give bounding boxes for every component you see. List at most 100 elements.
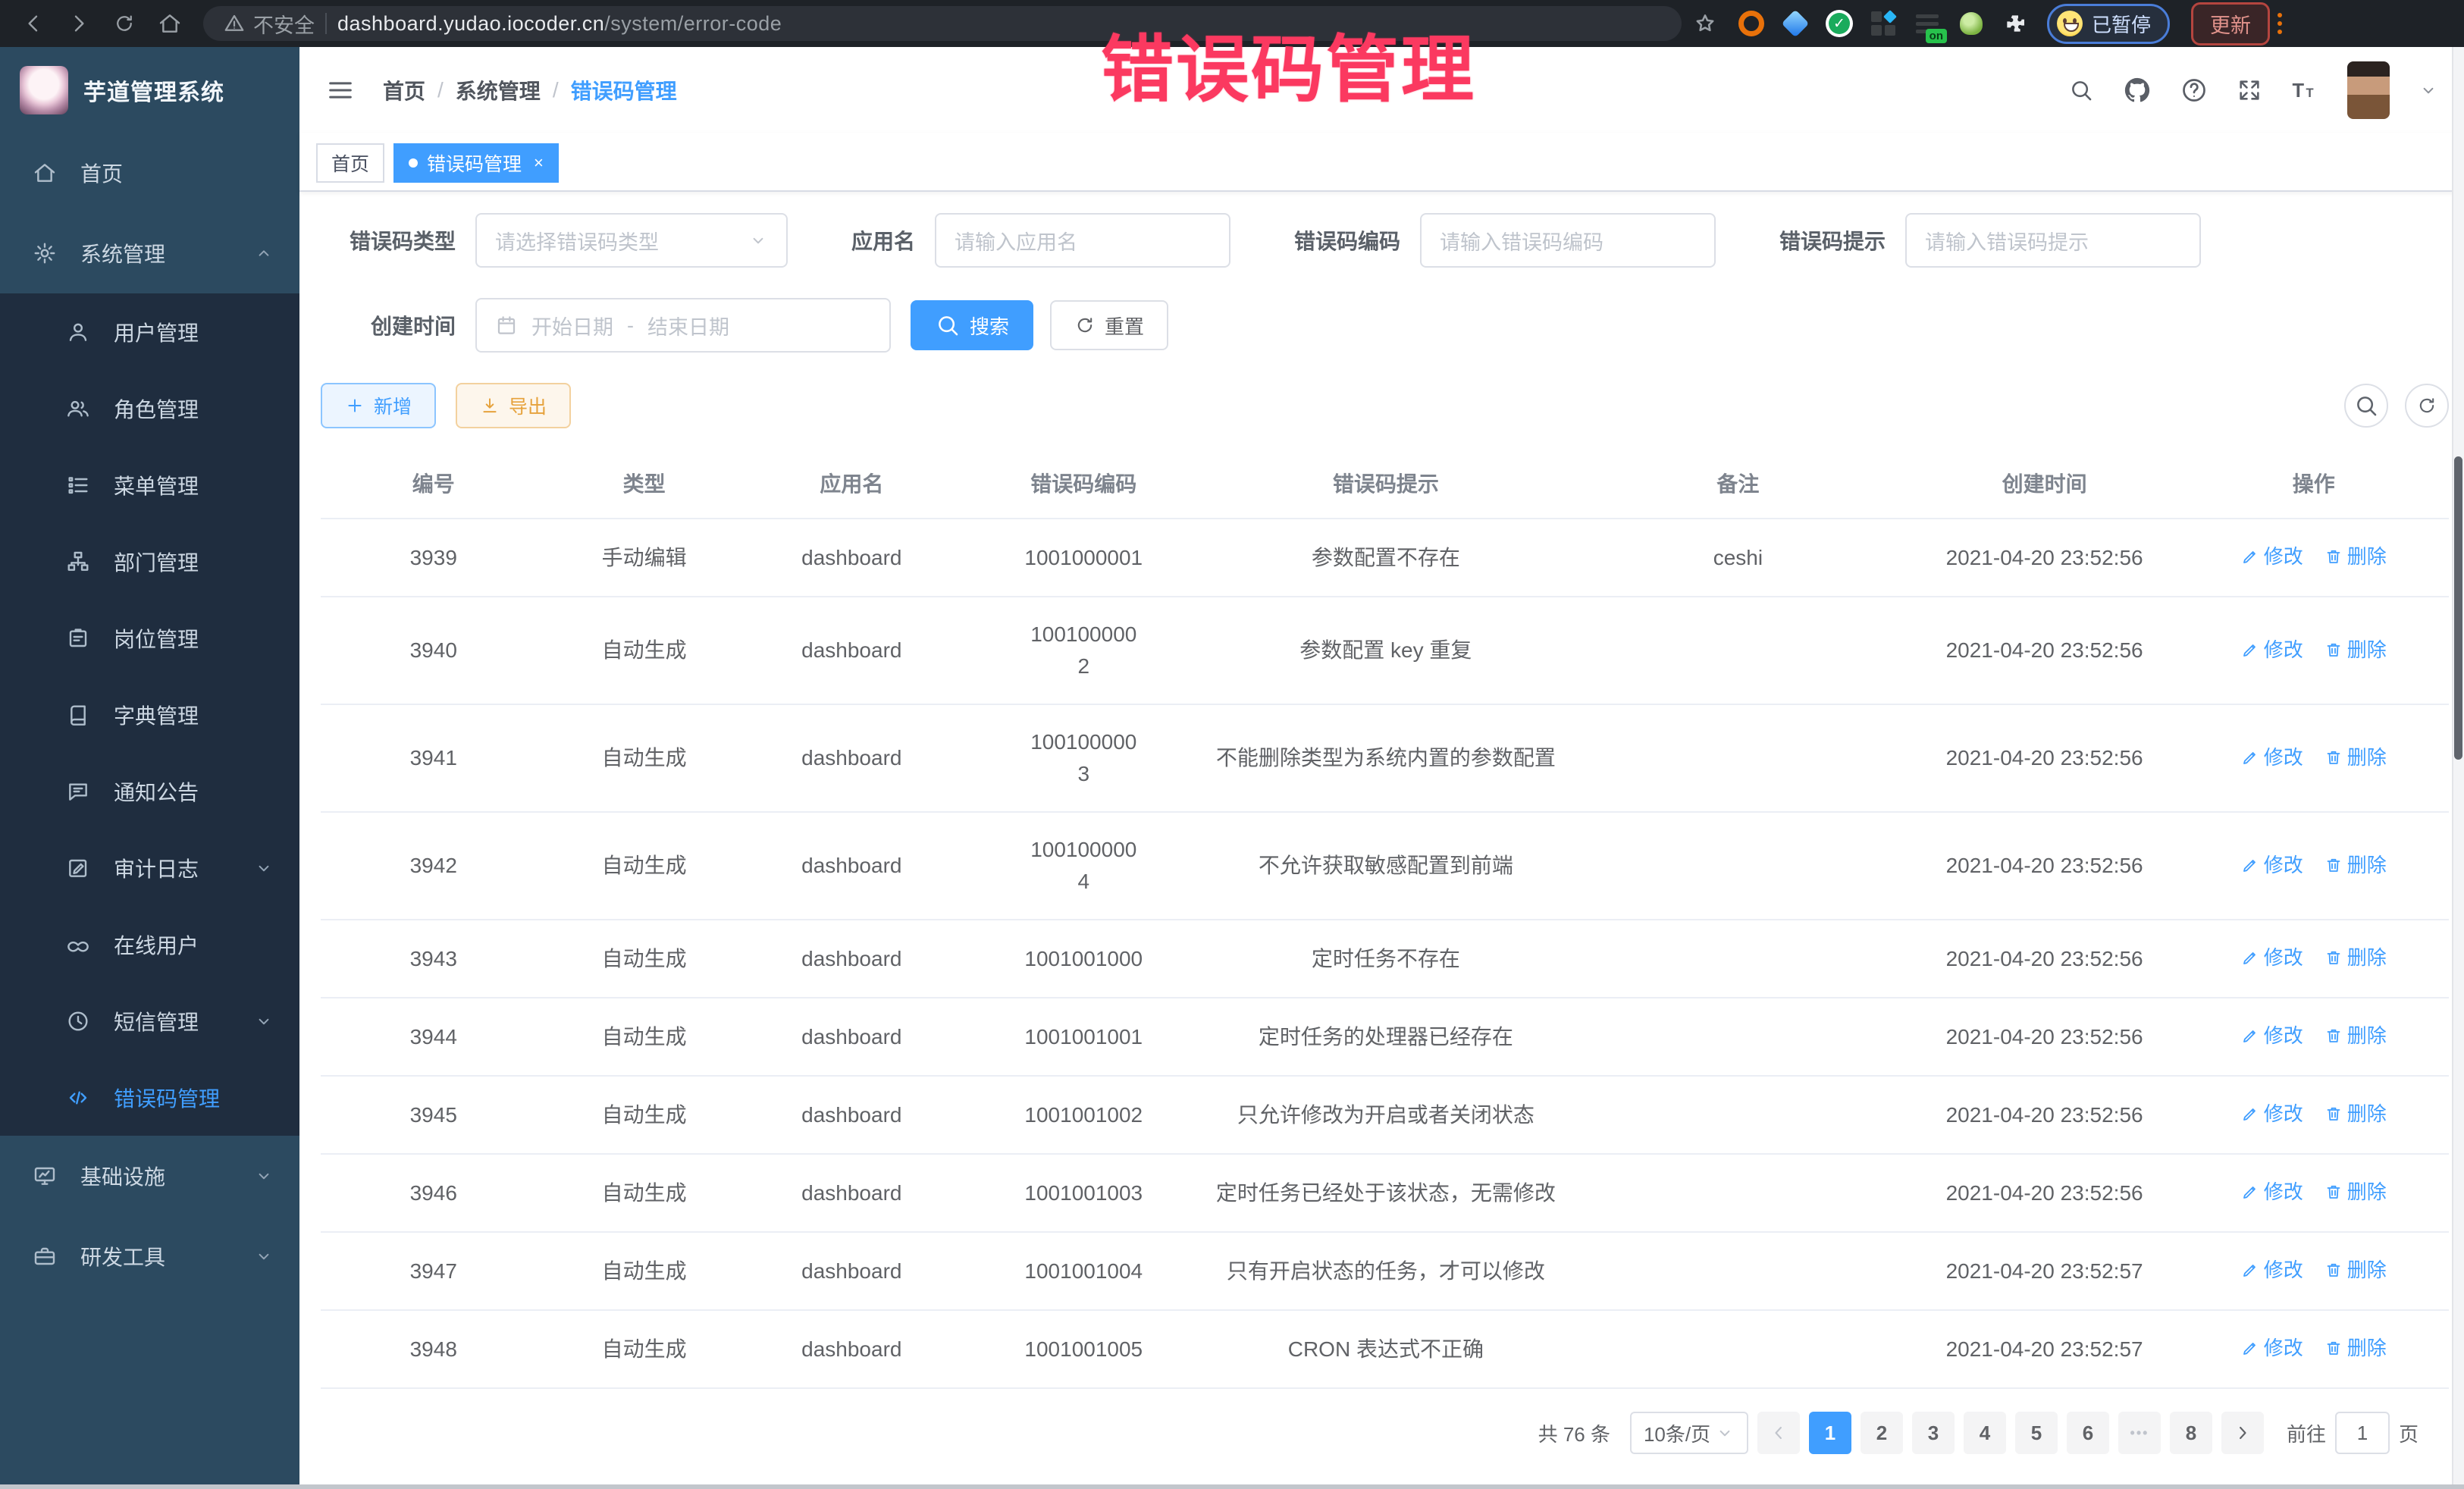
sidebar-item-审计日志[interactable]: 审计日志 — [0, 829, 299, 906]
delete-link[interactable]: 删除 — [2324, 541, 2387, 572]
profile-paused-badge[interactable]: 已暂停 — [2047, 4, 2170, 44]
reset-button[interactable]: 重置 — [1050, 300, 1168, 350]
browser-forward-icon[interactable] — [59, 5, 99, 42]
delete-link[interactable]: 删除 — [2324, 1254, 2387, 1286]
sidebar-item-岗位管理[interactable]: 岗位管理 — [0, 600, 299, 676]
error-code-input[interactable]: 请输入错误码编码 — [1420, 213, 1716, 268]
edit-link[interactable]: 修改 — [2241, 1098, 2303, 1130]
browser-back-icon[interactable] — [14, 5, 53, 42]
breadcrumb-current[interactable]: 错误码管理 — [571, 75, 677, 105]
browser-home-icon[interactable] — [150, 5, 190, 42]
sidebar-item-字典管理[interactable]: 字典管理 — [0, 676, 299, 753]
edit-link[interactable]: 修改 — [2241, 849, 2303, 881]
github-icon[interactable] — [2123, 76, 2152, 105]
more-pages-button[interactable]: ••• — [2118, 1412, 2161, 1454]
chevron-down-icon[interactable] — [2419, 80, 2438, 100]
sidebar-item-在线用户[interactable]: 在线用户 — [0, 906, 299, 983]
sidebar-item-基础设施[interactable]: 基础设施 — [0, 1136, 299, 1216]
blue-grid-extension-icon[interactable] — [1870, 10, 1897, 37]
font-size-icon[interactable]: TT — [2291, 77, 2318, 104]
edit-link[interactable]: 修改 — [2241, 1176, 2303, 1208]
delete-link[interactable]: 删除 — [2324, 942, 2387, 973]
sidebar-item-首页[interactable]: 首页 — [0, 133, 299, 213]
app-name-input[interactable]: 请输入应用名 — [935, 213, 1230, 268]
edit-link[interactable]: 修改 — [2241, 1020, 2303, 1052]
delete-link[interactable]: 删除 — [2324, 1020, 2387, 1052]
add-button[interactable]: 新增 — [321, 383, 436, 428]
toggle-search-button[interactable] — [2344, 384, 2388, 428]
sidebar-item-错误码管理[interactable]: 错误码管理 — [0, 1059, 299, 1136]
sidebar-item-通知公告[interactable]: 通知公告 — [0, 753, 299, 829]
goto-page-input[interactable]: 1 — [2335, 1412, 2390, 1454]
scrollbar-thumb[interactable] — [2454, 456, 2462, 760]
next-page-button[interactable] — [2221, 1412, 2264, 1454]
breadcrumb-home[interactable]: 首页 — [383, 75, 425, 105]
page-button-4[interactable]: 4 — [1964, 1412, 2006, 1454]
page-button-8[interactable]: 8 — [2170, 1412, 2212, 1454]
delete-link[interactable]: 删除 — [2324, 741, 2387, 773]
edit-link[interactable]: 修改 — [2241, 741, 2303, 773]
close-icon[interactable]: × — [534, 153, 544, 173]
edit-link-label: 修改 — [2264, 849, 2303, 881]
sidebar-item-研发工具[interactable]: 研发工具 — [0, 1216, 299, 1296]
app-logo-row[interactable]: 芋道管理系统 — [0, 47, 299, 133]
page-scrollbar[interactable] — [2452, 47, 2464, 1484]
orange-ring-extension-icon[interactable] — [1738, 10, 1765, 37]
prev-page-button[interactable] — [1757, 1412, 1800, 1454]
sidebar-item-label: 菜单管理 — [114, 470, 277, 500]
breadcrumb-system[interactable]: 系统管理 — [456, 75, 541, 105]
page-button-6[interactable]: 6 — [2067, 1412, 2109, 1454]
tab-error-code[interactable]: 错误码管理 × — [393, 143, 559, 183]
browser-update-button[interactable]: 更新 — [2191, 2, 2282, 45]
green-check-extension-icon[interactable]: ✓ — [1826, 10, 1853, 37]
delete-link[interactable]: 删除 — [2324, 1332, 2387, 1364]
date-range-picker[interactable]: 开始日期 - 结束日期 — [475, 298, 891, 353]
edit-link[interactable]: 修改 — [2241, 541, 2303, 572]
sidebar-item-菜单管理[interactable]: 菜单管理 — [0, 447, 299, 523]
edit-link-label: 修改 — [2264, 942, 2303, 973]
delete-link[interactable]: 删除 — [2324, 634, 2387, 666]
export-button[interactable]: 导出 — [456, 383, 571, 428]
green-spy-extension-icon[interactable] — [1958, 10, 1985, 37]
sidebar-item-用户管理[interactable]: 用户管理 — [0, 293, 299, 370]
error-type-select[interactable]: 请选择错误码类型 — [475, 213, 788, 268]
edit-link[interactable]: 修改 — [2241, 1332, 2303, 1364]
delete-link[interactable]: 删除 — [2324, 849, 2387, 881]
bookmark-star-icon[interactable] — [1692, 11, 1718, 36]
search-button[interactable]: 搜索 — [911, 300, 1033, 350]
search-icon[interactable] — [2068, 77, 2094, 103]
page-button-2[interactable]: 2 — [1861, 1412, 1903, 1454]
sidebar-item-部门管理[interactable]: 部门管理 — [0, 523, 299, 600]
cell-time: 2021-04-20 23:52:56 — [1911, 812, 2179, 920]
page-button-5[interactable]: 5 — [2015, 1412, 2058, 1454]
hamburger-icon[interactable] — [325, 75, 356, 105]
delete-icon — [2324, 948, 2343, 967]
list-on-extension-icon[interactable]: on — [1914, 10, 1941, 37]
delete-icon — [2324, 1339, 2343, 1357]
edit-link[interactable]: 修改 — [2241, 1254, 2303, 1286]
edit-link[interactable]: 修改 — [2241, 634, 2303, 666]
tab-home[interactable]: 首页 — [316, 143, 384, 183]
cell-remark — [1566, 1154, 1911, 1232]
puzzle-extension-icon[interactable] — [2002, 10, 2029, 37]
delete-link[interactable]: 删除 — [2324, 1176, 2387, 1208]
page-size-select[interactable]: 10条/页 — [1630, 1412, 1748, 1454]
delete-link-label: 删除 — [2347, 942, 2387, 973]
sidebar-item-系统管理[interactable]: 系统管理 — [0, 213, 299, 293]
sidebar-item-短信管理[interactable]: 短信管理 — [0, 983, 299, 1059]
help-icon[interactable] — [2180, 77, 2208, 104]
cell-code: 1001001001 — [961, 998, 1206, 1076]
delete-link[interactable]: 删除 — [2324, 1098, 2387, 1130]
avatar[interactable] — [2347, 61, 2390, 119]
edit-link[interactable]: 修改 — [2241, 942, 2303, 973]
refresh-table-button[interactable] — [2405, 384, 2449, 428]
error-hint-input[interactable]: 请输入错误码提示 — [1905, 213, 2201, 268]
page-button-3[interactable]: 3 — [1912, 1412, 1955, 1454]
blue-gem-extension-icon[interactable] — [1782, 10, 1809, 37]
sidebar-item-角色管理[interactable]: 角色管理 — [0, 370, 299, 447]
browser-refresh-icon[interactable] — [105, 5, 144, 42]
browser-menu-icon[interactable] — [2277, 13, 2282, 34]
table-row: 3947自动生成dashboard1001001004只有开启状态的任务，才可以… — [321, 1232, 2449, 1310]
page-button-1[interactable]: 1 — [1809, 1412, 1851, 1454]
fullscreen-icon[interactable] — [2237, 77, 2262, 103]
